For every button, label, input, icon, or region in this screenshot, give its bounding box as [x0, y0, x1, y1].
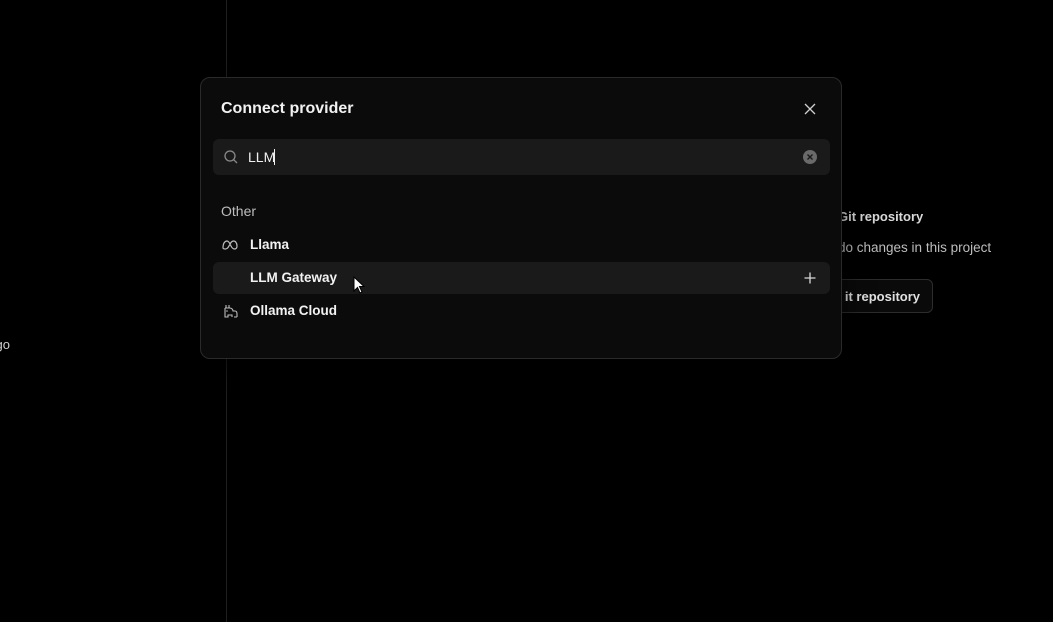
meta-icon [222, 237, 238, 253]
init-git-repository-label: it repository [844, 288, 920, 304]
sidebar-item-fragment[interactable]: go [0, 337, 10, 352]
connect-provider-dialog: Connect provider Other [200, 77, 842, 359]
section-label-other: Other [221, 203, 257, 219]
git-repository-heading: Git repository [838, 209, 924, 224]
clear-icon [807, 154, 813, 160]
provider-item-ollama-cloud[interactable]: Ollama Cloud [213, 295, 830, 327]
ollama-icon [222, 303, 238, 319]
search-field[interactable] [213, 139, 830, 175]
provider-name: Ollama Cloud [250, 303, 338, 318]
text-caret [274, 149, 275, 165]
close-icon [804, 103, 816, 115]
app-window: go Git repository do changes in this pro… [0, 0, 1053, 622]
provider-name: LLM Gateway [250, 270, 338, 285]
provider-item-llm-gateway[interactable]: LLM Gateway [213, 262, 830, 294]
add-icon[interactable] [803, 271, 817, 285]
search-input[interactable] [248, 139, 788, 175]
provider-name: Llama [250, 237, 290, 252]
dialog-title: Connect provider [221, 100, 354, 117]
mouse-pointer-icon [353, 276, 365, 294]
git-repository-description: do changes in this project [838, 240, 992, 255]
clear-search-button[interactable] [803, 150, 817, 164]
search-icon [224, 150, 238, 164]
provider-item-llama[interactable]: Llama [213, 229, 830, 261]
close-button[interactable] [799, 98, 821, 120]
